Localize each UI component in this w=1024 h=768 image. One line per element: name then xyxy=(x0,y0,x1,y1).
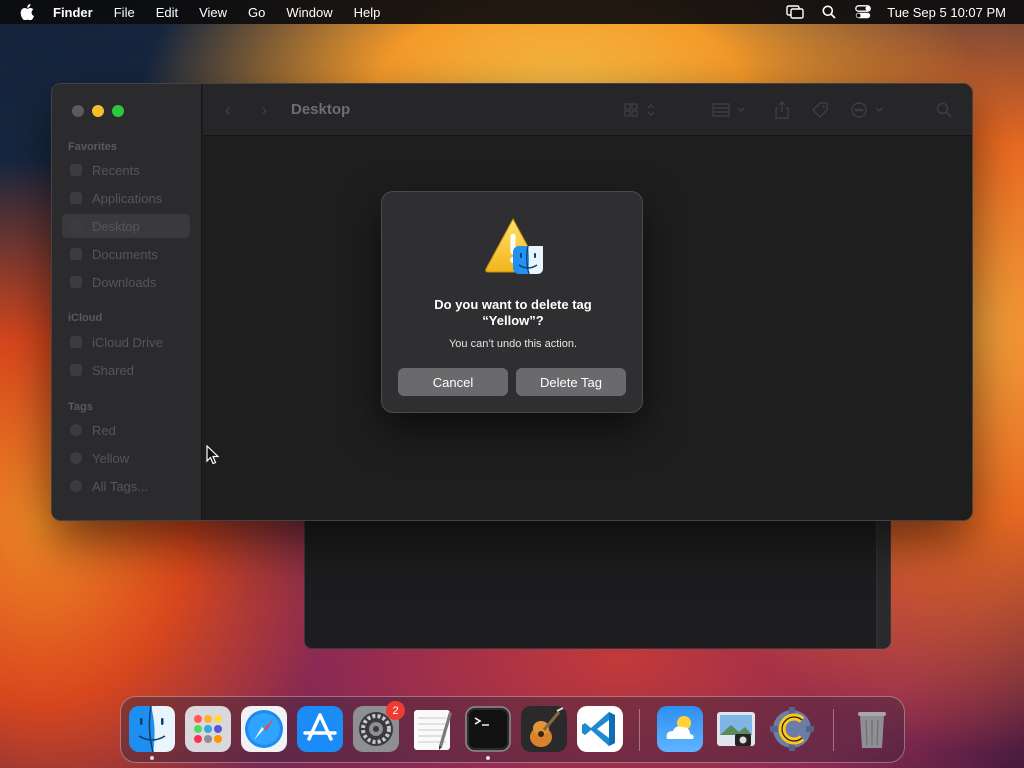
menu-bar: Finder File Edit View Go Window Help Tue… xyxy=(0,0,1024,24)
back-chevron-icon[interactable]: ‹ xyxy=(225,100,231,121)
dock-terminal-icon[interactable] xyxy=(465,706,511,752)
menu-go[interactable]: Go xyxy=(248,5,265,20)
sidebar-item-label: iCloud Drive xyxy=(92,334,163,350)
dock: 2 xyxy=(120,696,905,763)
tag-icon[interactable] xyxy=(809,100,831,120)
finder-sidebar: Favorites Recents Applications Desktop D… xyxy=(52,84,202,520)
apple-menu-icon[interactable] xyxy=(18,4,36,20)
terminal-running-indicator xyxy=(486,756,490,760)
sidebar-item-downloads[interactable]: Downloads xyxy=(62,270,190,294)
icloud-drive-icon xyxy=(70,336,82,348)
sidebar-item-label: Red xyxy=(92,422,116,438)
background-window-scrollbar[interactable] xyxy=(876,511,890,648)
sidebar-section-favorites: Favorites xyxy=(68,141,117,153)
recents-icon xyxy=(70,164,82,176)
sidebar-section-icloud: iCloud xyxy=(68,312,103,324)
dock-weather-icon[interactable] xyxy=(657,706,703,752)
sidebar-item-recents[interactable]: Recents xyxy=(62,158,190,182)
notification-badge: 2 xyxy=(386,701,405,720)
sidebar-item-label: Shared xyxy=(92,362,134,378)
sidebar-item-tag-red[interactable]: Red xyxy=(62,418,190,442)
dock-garageband-icon[interactable] xyxy=(521,706,567,752)
screen-mirroring-icon[interactable] xyxy=(785,4,805,20)
sidebar-item-applications[interactable]: Applications xyxy=(62,186,190,210)
warning-finder-icon xyxy=(483,216,545,276)
background-window[interactable] xyxy=(304,510,891,649)
dock-trash-icon[interactable] xyxy=(849,706,895,752)
menu-help[interactable]: Help xyxy=(354,5,381,20)
dock-app-store-icon[interactable] xyxy=(297,706,343,752)
sidebar-item-shared[interactable]: Shared xyxy=(62,358,190,382)
documents-icon xyxy=(70,248,82,260)
sidebar-item-label: Yellow xyxy=(92,450,130,466)
sidebar-item-label: Downloads xyxy=(92,274,157,290)
dock-preview-icon[interactable] xyxy=(713,706,759,752)
desktop-icon xyxy=(70,220,82,232)
dialog-heading: Do you want to delete tag “Yellow”? xyxy=(434,297,592,328)
finder-toolbar: ‹ › Desktop xyxy=(203,84,972,136)
sidebar-item-all-tags[interactable]: All Tags... xyxy=(62,474,190,498)
dock-launchpad-icon[interactable] xyxy=(185,706,231,752)
dock-finder-icon[interactable] xyxy=(129,706,175,752)
action-menu-icon[interactable] xyxy=(849,100,889,120)
dock-textedit-icon[interactable] xyxy=(409,706,455,752)
downloads-icon xyxy=(70,276,82,288)
spotlight-search-icon[interactable] xyxy=(819,4,839,20)
group-by-icon[interactable] xyxy=(711,100,751,120)
control-center-icon[interactable] xyxy=(853,4,873,20)
menu-app-name[interactable]: Finder xyxy=(53,5,93,20)
sidebar-item-label: Desktop xyxy=(92,218,140,234)
dialog-message: You can’t undo this action. xyxy=(448,338,578,350)
sidebar-section-tags: Tags xyxy=(68,401,93,413)
window-title: Desktop xyxy=(291,101,351,118)
forward-chevron-icon[interactable]: › xyxy=(261,100,267,121)
maximize-window-button[interactable] xyxy=(112,105,124,117)
dock-safari-icon[interactable] xyxy=(241,706,287,752)
sidebar-item-label: Recents xyxy=(92,162,140,178)
sidebar-item-label: Applications xyxy=(92,190,163,206)
share-icon[interactable] xyxy=(771,100,793,120)
menu-edit[interactable]: Edit xyxy=(156,5,178,20)
dock-vscode-icon[interactable] xyxy=(577,706,623,752)
close-window-button[interactable] xyxy=(72,105,84,117)
sidebar-item-documents[interactable]: Documents xyxy=(62,242,190,266)
menu-file[interactable]: File xyxy=(114,5,135,20)
red-tag-icon xyxy=(70,424,82,436)
sidebar-item-tag-yellow[interactable]: Yellow xyxy=(62,446,190,470)
dock-system-settings-icon[interactable]: 2 xyxy=(353,701,405,752)
sidebar-item-label: Documents xyxy=(92,246,158,262)
dock-separator xyxy=(639,709,640,751)
sidebar-item-desktop[interactable]: Desktop xyxy=(62,214,190,238)
delete-tag-dialog: Do you want to delete tag “Yellow”? You … xyxy=(381,191,643,413)
dock-coteditor-icon[interactable] xyxy=(769,706,815,752)
delete-tag-button[interactable]: Delete Tag xyxy=(516,368,626,396)
mouse-cursor-icon xyxy=(206,444,220,465)
yellow-tag-icon xyxy=(70,452,82,464)
minimize-window-button[interactable] xyxy=(92,105,104,117)
all-tags-icon xyxy=(70,480,82,492)
shared-folder-icon xyxy=(70,364,82,376)
window-controls xyxy=(72,105,124,117)
search-icon[interactable] xyxy=(933,100,955,120)
finder-running-indicator xyxy=(150,756,154,760)
menu-view[interactable]: View xyxy=(199,5,227,20)
menubar-clock[interactable]: Tue Sep 5 10:07 PM xyxy=(887,5,1006,20)
sidebar-item-label: All Tags... xyxy=(92,478,149,494)
applications-icon xyxy=(70,192,82,204)
dock-separator xyxy=(833,709,834,751)
sidebar-item-icloud-drive[interactable]: iCloud Drive xyxy=(62,330,190,354)
menu-window[interactable]: Window xyxy=(286,5,332,20)
view-mode-icon[interactable] xyxy=(623,100,659,120)
cancel-button[interactable]: Cancel xyxy=(398,368,508,396)
